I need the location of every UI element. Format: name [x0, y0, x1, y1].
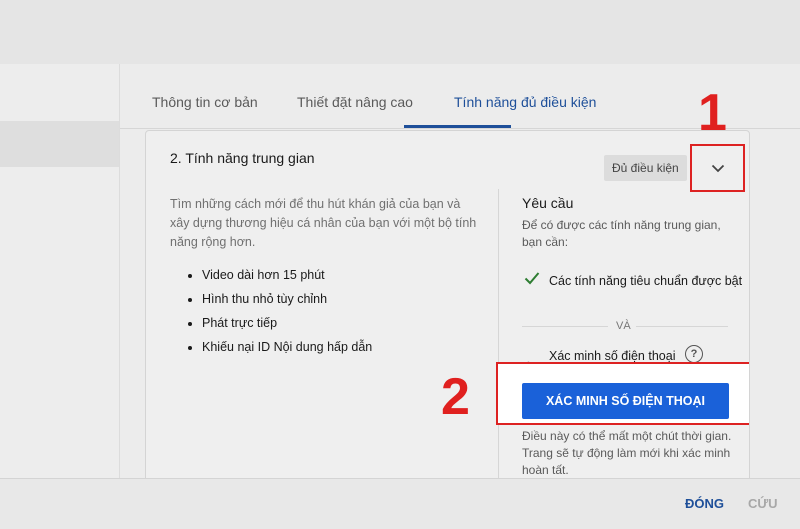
verify-phone-button[interactable]: XÁC MINH SỐ ĐIỆN THOẠI — [522, 383, 729, 419]
expand-collapse-button[interactable] — [690, 144, 745, 192]
dialog-footer: ĐÓNG CỨU — [0, 478, 800, 529]
active-tab-indicator — [404, 125, 511, 128]
requirement-pending: Xác minh số điện thoại — [549, 349, 676, 363]
list-item: Phát trực tiếp — [202, 311, 372, 335]
step-2-annotation: 2 — [441, 368, 470, 426]
separator-line — [636, 326, 728, 327]
chevron-down-icon — [711, 164, 724, 172]
list-item: Hình thu nhỏ tùy chỉnh — [202, 287, 372, 311]
left-navigation-panel — [0, 64, 120, 478]
step-1-annotation: 1 — [698, 84, 727, 142]
requirements-subtitle: Để có được các tính năng trung gian, bạn… — [522, 218, 721, 249]
help-icon[interactable]: ? — [685, 345, 703, 363]
tab-eligible-features[interactable]: Tính năng đủ điều kiện — [454, 94, 596, 110]
requirement-met: Các tính năng tiêu chuẩn được bật — [549, 274, 743, 288]
verify-button-highlight: XÁC MINH SỐ ĐIỆN THOẠI — [496, 362, 749, 425]
status-badge: Đủ điều kiện — [604, 155, 687, 181]
tab-advanced-settings[interactable]: Thiết đặt nâng cao — [297, 94, 413, 110]
requirements-title: Yêu cầu — [522, 195, 574, 211]
and-separator: VÀ — [616, 320, 631, 332]
section-title: 2. Tính năng trung gian — [170, 150, 315, 166]
column-divider — [498, 189, 499, 489]
tab-basic-info[interactable]: Thông tin cơ bản — [152, 94, 258, 110]
left-nav-selected-item[interactable] — [0, 121, 119, 167]
check-icon — [524, 272, 540, 285]
verification-note: Điều này có thể mất một chút thời gian. … — [522, 429, 732, 477]
intermediate-features-card: 2. Tính năng trung gian Đủ điều kiện Tìm… — [145, 130, 750, 490]
close-button[interactable]: ĐÓNG — [685, 496, 724, 511]
list-item: Video dài hơn 15 phút — [202, 263, 372, 287]
feature-list: Video dài hơn 15 phút Hình thu nhỏ tùy c… — [170, 263, 372, 359]
top-header-area — [0, 0, 800, 64]
section-description: Tìm những cách mới để thu hút khán giả c… — [170, 197, 477, 249]
save-button[interactable]: CỨU — [748, 496, 778, 511]
separator-line — [522, 326, 608, 327]
list-item: Khiếu nại ID Nội dung hấp dẫn — [202, 335, 372, 359]
